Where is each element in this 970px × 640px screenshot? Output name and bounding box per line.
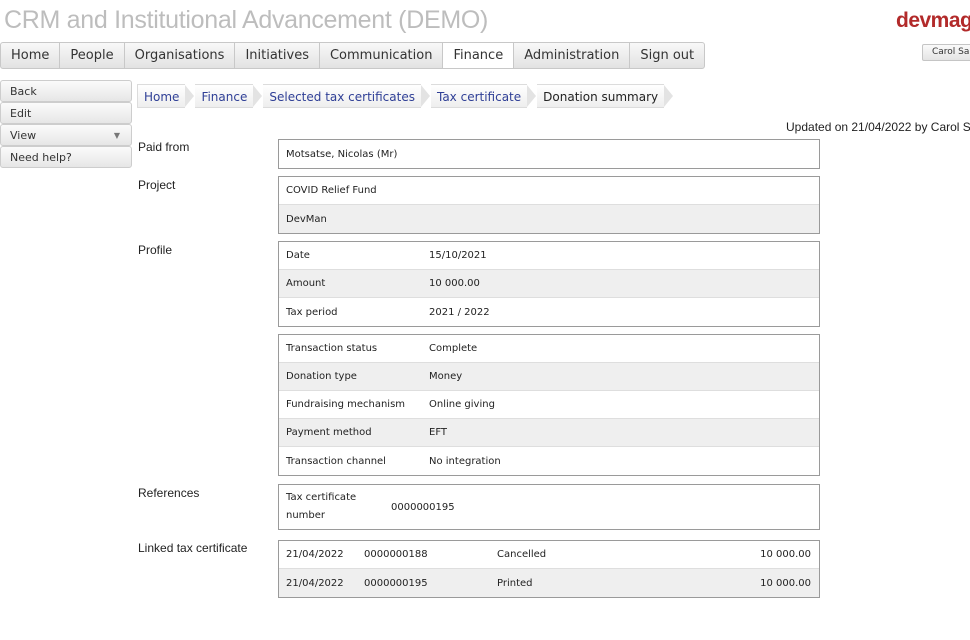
linked-status: Cancelled bbox=[497, 549, 547, 560]
paid-from-label: Paid from bbox=[138, 140, 190, 154]
date-key: Date bbox=[286, 250, 310, 261]
project-row: DevMan bbox=[279, 205, 819, 233]
linked-certificate-row[interactable]: 21/04/2022 0000000195 Printed 10 000.00 bbox=[279, 569, 819, 597]
tab-sign-out[interactable]: Sign out bbox=[630, 43, 704, 68]
breadcrumb-selected-tax-certificates[interactable]: Selected tax certificates bbox=[263, 84, 430, 108]
transaction-box: Transaction status Complete Donation typ… bbox=[278, 334, 820, 476]
profile-row-date: Date 15/10/2021 bbox=[279, 242, 819, 270]
transaction-status-value: Complete bbox=[429, 343, 478, 354]
linked-amount: 10 000.00 bbox=[760, 577, 811, 589]
amount-value: 10 000.00 bbox=[429, 278, 480, 289]
edit-button[interactable]: Edit bbox=[0, 102, 132, 124]
linked-number: 0000000188 bbox=[364, 549, 428, 560]
amount-key: Amount bbox=[286, 278, 326, 289]
transaction-row: Transaction status Complete bbox=[279, 335, 819, 363]
transaction-row: Donation type Money bbox=[279, 363, 819, 391]
user-button[interactable]: Carol Sau bbox=[922, 44, 970, 61]
tax-certificate-number-key: Tax certificate number bbox=[279, 489, 391, 525]
app-title: CRM and Institutional Advancement (DEMO) bbox=[4, 6, 489, 34]
brand-logo: devmag bbox=[896, 9, 970, 32]
tab-administration[interactable]: Administration bbox=[514, 43, 631, 68]
breadcrumb-donation-summary[interactable]: Donation summary bbox=[537, 84, 674, 108]
date-value: 15/10/2021 bbox=[429, 250, 487, 261]
project-row: COVID Relief Fund bbox=[279, 177, 819, 205]
fundraising-mechanism-key: Fundraising mechanism bbox=[286, 399, 406, 410]
paid-from-value[interactable]: Motsatse, Nicolas (Mr) bbox=[279, 149, 397, 160]
fundraising-mechanism-value: Online giving bbox=[429, 399, 495, 410]
updated-info: Updated on 21/04/2022 by Carol Sau bbox=[786, 120, 970, 134]
profile-row-tax-period: Tax period 2021 / 2022 bbox=[279, 298, 819, 326]
payment-method-value: EFT bbox=[429, 427, 448, 438]
transaction-row: Fundraising mechanism Online giving bbox=[279, 391, 819, 419]
linked-date: 21/04/2022 bbox=[286, 577, 344, 589]
back-button[interactable]: Back bbox=[0, 80, 132, 102]
linked-number: 0000000195 bbox=[364, 577, 428, 589]
linked-certificate-row[interactable]: 21/04/2022 0000000188 Cancelled 10 000.0… bbox=[279, 541, 819, 569]
project-name[interactable]: COVID Relief Fund bbox=[279, 185, 377, 196]
transaction-channel-key: Transaction channel bbox=[286, 455, 386, 467]
tab-finance[interactable]: Finance bbox=[443, 43, 515, 68]
donation-type-value: Money bbox=[429, 371, 463, 382]
view-label: View bbox=[10, 129, 37, 142]
side-menu: Back Edit View ▼ Need help? bbox=[0, 80, 132, 168]
project-name[interactable]: DevMan bbox=[279, 214, 327, 225]
tax-certificate-number-key-line1: Tax certificate bbox=[286, 492, 357, 503]
linked-date: 21/04/2022 bbox=[286, 549, 344, 560]
project-label: Project bbox=[138, 178, 176, 192]
paid-from-row: Motsatse, Nicolas (Mr) bbox=[279, 140, 819, 168]
donation-type-key: Donation type bbox=[286, 371, 357, 382]
tab-organisations[interactable]: Organisations bbox=[125, 43, 236, 68]
view-dropdown[interactable]: View ▼ bbox=[0, 124, 132, 146]
tab-communication[interactable]: Communication bbox=[320, 43, 444, 68]
profile-label: Profile bbox=[138, 243, 173, 257]
profile-box: Date 15/10/2021 Amount 10 000.00 Tax per… bbox=[278, 241, 820, 327]
project-box: COVID Relief Fund DevMan bbox=[278, 176, 820, 234]
linked-tax-certificate-label: Linked tax certificate bbox=[138, 541, 248, 555]
tax-period-key: Tax period bbox=[286, 306, 338, 318]
linked-amount: 10 000.00 bbox=[760, 549, 811, 560]
need-help-button[interactable]: Need help? bbox=[0, 146, 132, 168]
breadcrumb-finance[interactable]: Finance bbox=[195, 84, 263, 108]
linked-status: Printed bbox=[497, 577, 533, 589]
transaction-channel-value: No integration bbox=[429, 455, 501, 467]
breadcrumb-home[interactable]: Home bbox=[137, 84, 195, 108]
chevron-down-icon: ▼ bbox=[113, 131, 120, 140]
transaction-row: Payment method EFT bbox=[279, 419, 819, 447]
transaction-status-key: Transaction status bbox=[286, 343, 378, 354]
top-navigation: Home People Organisations Initiatives Co… bbox=[0, 42, 706, 69]
tab-home[interactable]: Home bbox=[1, 43, 61, 68]
tax-certificate-number-key-line2: number bbox=[286, 510, 326, 521]
breadcrumb-tax-certificate[interactable]: Tax certificate bbox=[430, 84, 537, 108]
tab-initiatives[interactable]: Initiatives bbox=[235, 43, 320, 68]
linked-tax-certificate-box: 21/04/2022 0000000188 Cancelled 10 000.0… bbox=[278, 540, 820, 598]
payment-method-key: Payment method bbox=[286, 427, 372, 438]
reference-row: Tax certificate number 0000000195 bbox=[279, 485, 819, 529]
paid-from-box: Motsatse, Nicolas (Mr) bbox=[278, 139, 820, 169]
references-label: References bbox=[138, 486, 200, 500]
tab-people[interactable]: People bbox=[60, 43, 125, 68]
references-box: Tax certificate number 0000000195 bbox=[278, 484, 820, 530]
tax-period-value: 2021 / 2022 bbox=[429, 306, 490, 318]
transaction-row: Transaction channel No integration bbox=[279, 447, 819, 475]
tax-certificate-number-value: 0000000195 bbox=[391, 501, 455, 513]
profile-row-amount: Amount 10 000.00 bbox=[279, 270, 819, 298]
breadcrumb: Home Finance Selected tax certificates T… bbox=[137, 84, 674, 108]
